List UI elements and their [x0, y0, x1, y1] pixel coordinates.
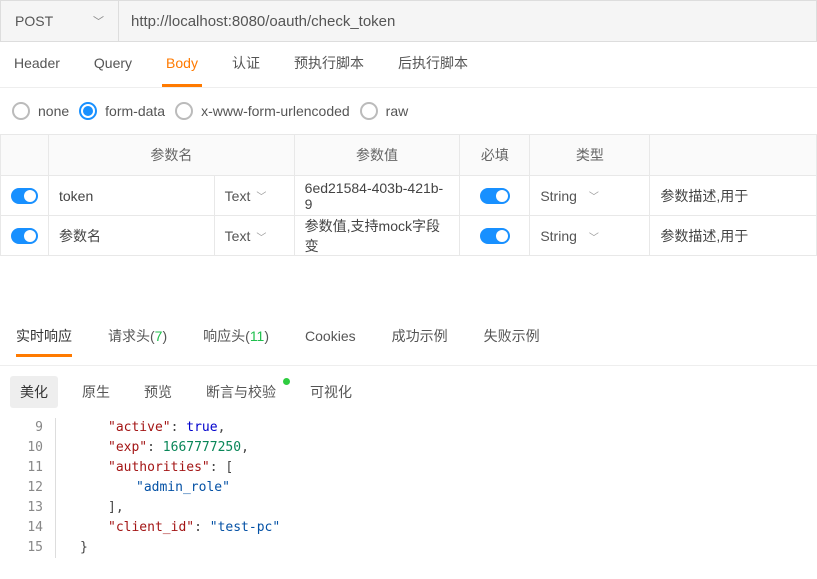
http-method-select[interactable]: POST ﹀: [1, 1, 119, 41]
chevron-down-icon: ﹀: [93, 13, 104, 29]
body-type-none[interactable]: none: [12, 102, 69, 120]
table-row: token Text﹀ 6ed21584-403b-421b-9 String﹀ 参数描…: [1, 175, 816, 215]
format-tab-原生[interactable]: 原生: [72, 376, 120, 408]
param-required-toggle[interactable]: [480, 188, 510, 204]
body-type-x-www-form-urlencoded[interactable]: x-www-form-urlencoded: [175, 102, 350, 120]
param-value-input[interactable]: 6ed21584-403b-421b-9: [295, 175, 461, 215]
param-desc-input[interactable]: 参数描述,用于: [650, 215, 816, 256]
http-method-value: POST: [15, 13, 93, 29]
col-type: 类型: [530, 135, 650, 175]
tab-request-headers[interactable]: 请求头(7): [108, 326, 167, 357]
radio-icon: [12, 102, 30, 120]
col-value: 参数值: [295, 135, 461, 175]
tab-query[interactable]: Query: [90, 42, 136, 87]
param-enable-toggle[interactable]: [11, 228, 38, 244]
body-type-form-data[interactable]: form-data: [79, 102, 165, 120]
tab-header[interactable]: Header: [10, 42, 64, 87]
tab-预执行脚本[interactable]: 预执行脚本: [290, 42, 368, 87]
param-value-input[interactable]: 参数值,支持mock字段变: [295, 215, 461, 256]
format-tab-断言与校验[interactable]: 断言与校验: [196, 376, 286, 408]
tab-后执行脚本[interactable]: 后执行脚本: [394, 42, 472, 87]
param-name-input[interactable]: 参数名: [49, 215, 215, 256]
body-type-raw[interactable]: raw: [360, 102, 409, 120]
param-text-type-select[interactable]: Text﹀: [225, 188, 277, 204]
chevron-down-icon: ﹀: [589, 229, 599, 244]
tab-success-example[interactable]: 成功示例: [392, 326, 448, 357]
format-tab-可视化[interactable]: 可视化: [300, 376, 362, 408]
format-tab-预览[interactable]: 预览: [134, 376, 182, 408]
tab-response-headers[interactable]: 响应头(11): [203, 326, 269, 357]
param-name-input[interactable]: token: [49, 175, 215, 215]
param-required-toggle[interactable]: [480, 228, 510, 244]
param-enable-toggle[interactable]: [11, 188, 38, 204]
tab-cookies[interactable]: Cookies: [305, 328, 356, 355]
table-row: 参数名 Text﹀ 参数值,支持mock字段变 String﹀ 参数描述,用于: [1, 215, 816, 255]
tab-realtime-response[interactable]: 实时响应: [16, 326, 72, 357]
chevron-down-icon: ﹀: [256, 229, 266, 244]
radio-icon: [360, 102, 378, 120]
param-type-select[interactable]: String﹀: [540, 228, 599, 244]
format-tab-美化[interactable]: 美化: [10, 376, 58, 408]
col-required: 必填: [460, 135, 530, 175]
url-input[interactable]: [119, 1, 816, 41]
radio-icon: [79, 102, 97, 120]
chevron-down-icon: ﹀: [589, 188, 599, 203]
col-name: 参数名: [49, 135, 295, 175]
param-text-type-select[interactable]: Text﹀: [225, 228, 277, 244]
params-table: 参数名 参数值 必填 类型 token Text﹀ 6ed21584-403b-42…: [0, 134, 817, 256]
radio-icon: [175, 102, 193, 120]
param-type-select[interactable]: String﹀: [540, 188, 599, 204]
param-desc-input[interactable]: 参数描述,用于: [650, 175, 816, 215]
chevron-down-icon: ﹀: [256, 188, 266, 203]
tab-body[interactable]: Body: [162, 42, 202, 87]
status-dot-icon: [283, 378, 290, 385]
response-body-code: 9101112131415 "active": true,"exp": 1667…: [0, 418, 817, 568]
tab-认证[interactable]: 认证: [228, 42, 264, 87]
tab-fail-example[interactable]: 失败示例: [484, 326, 540, 357]
